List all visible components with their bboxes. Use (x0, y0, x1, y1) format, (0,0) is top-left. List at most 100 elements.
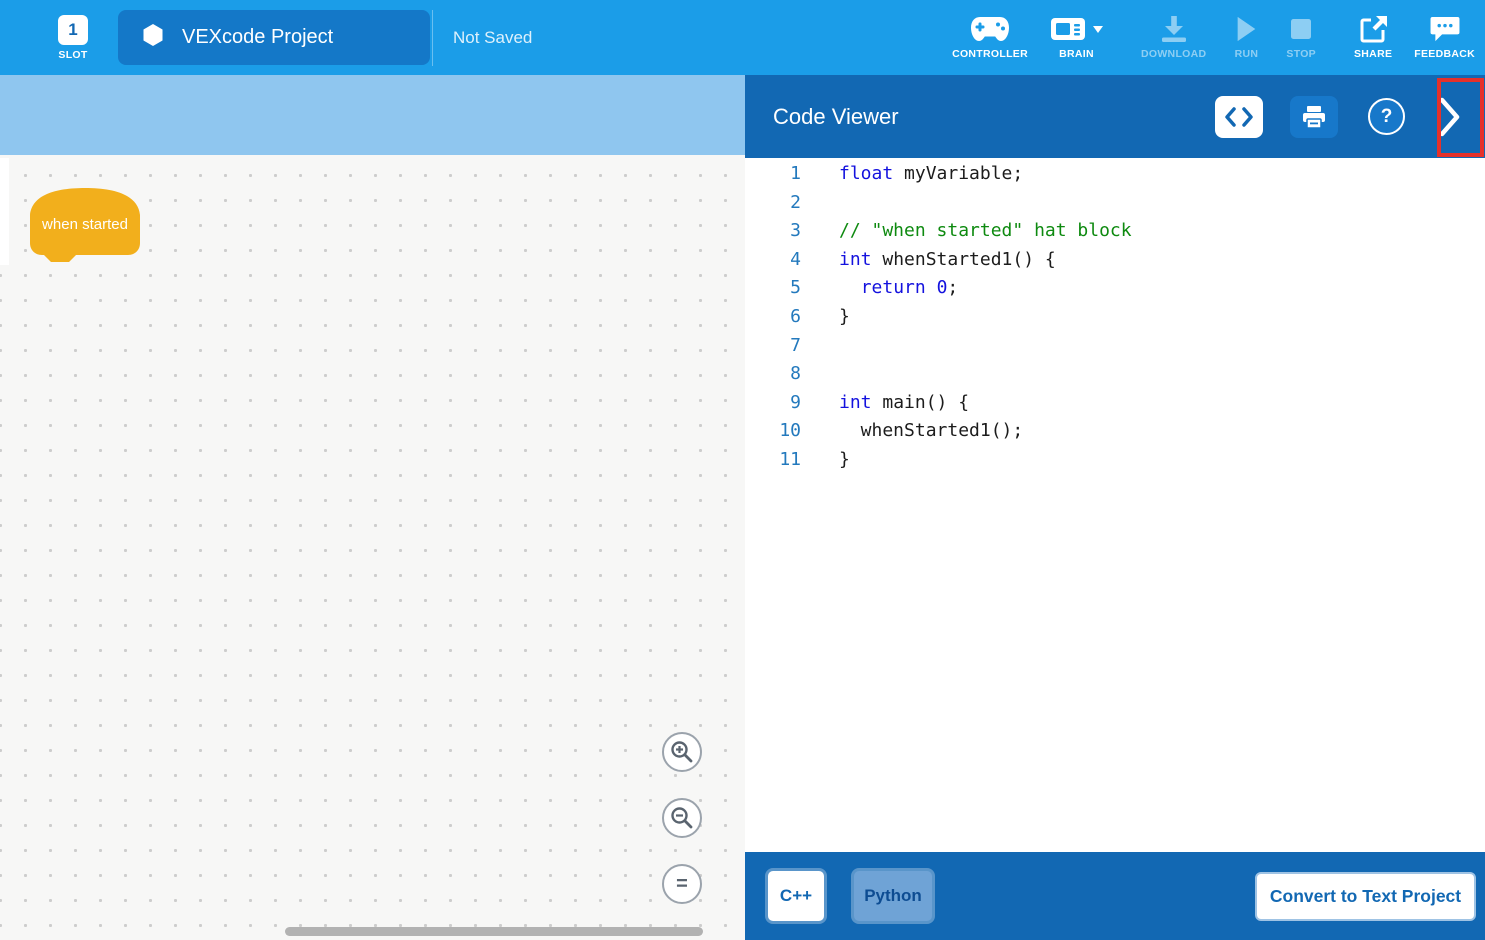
topbar-divider (432, 10, 433, 66)
block-label: when started (27, 216, 143, 233)
hexagon-icon (142, 23, 164, 53)
line-number: 9 (745, 389, 801, 418)
project-name: VEXcode Project (182, 26, 333, 49)
project-name-button[interactable]: VEXcode Project (118, 10, 430, 65)
code-text: whenStarted1(); (801, 417, 1023, 446)
code-line: 6} (745, 303, 1485, 332)
when-started-block[interactable]: when started (27, 185, 143, 265)
line-number: 2 (745, 189, 801, 218)
code-viewer-title: Code Viewer (773, 104, 899, 130)
brain-label: BRAIN (1059, 48, 1094, 60)
code-line: 11} (745, 446, 1485, 475)
share-label: SHARE (1354, 48, 1392, 60)
run-label: RUN (1235, 48, 1259, 60)
code-line: 5 return 0; (745, 274, 1485, 303)
line-number: 3 (745, 217, 801, 246)
print-button[interactable] (1290, 96, 1338, 138)
workspace-toolbar (0, 75, 745, 155)
download-label: DOWNLOAD (1141, 48, 1206, 60)
code-line: 2 (745, 189, 1485, 218)
code-brackets-icon (1224, 107, 1254, 127)
brain-icon (1050, 15, 1103, 43)
question-mark-icon: ? (1381, 106, 1393, 128)
zoom-reset-button[interactable]: = (662, 864, 702, 904)
line-number: 11 (745, 446, 801, 475)
code-text (801, 360, 839, 389)
download-button: DOWNLOAD (1141, 15, 1206, 60)
controller-label: CONTROLLER (952, 48, 1028, 60)
zoom-out-icon (669, 805, 695, 831)
code-text: } (801, 303, 850, 332)
help-button[interactable]: ? (1368, 98, 1405, 135)
python-tab[interactable]: Python (854, 871, 932, 921)
code-view-toggle-button[interactable] (1215, 96, 1263, 138)
controller-button[interactable]: CONTROLLER (952, 15, 1028, 60)
stop-button: STOP (1286, 15, 1316, 60)
cpp-tab[interactable]: C++ (768, 871, 824, 921)
line-number: 7 (745, 332, 801, 361)
save-status: Not Saved (453, 28, 532, 48)
code-text: // "when started" hat block (801, 217, 1132, 246)
code-text: int whenStarted1() { (801, 246, 1056, 275)
code-line: 1float myVariable; (745, 160, 1485, 189)
line-number: 8 (745, 360, 801, 389)
cpp-tab-label: C++ (780, 886, 812, 906)
workspace-area: when started (0, 75, 745, 940)
feedback-label: FEEDBACK (1414, 48, 1475, 60)
code-text: int main() { (801, 389, 969, 418)
line-number: 10 (745, 417, 801, 446)
convert-button-label: Convert to Text Project (1270, 886, 1461, 907)
collapse-panel-button[interactable] (1427, 82, 1473, 152)
code-viewer-panel: Code Viewer ? (745, 75, 1485, 940)
code-text: return 0; (801, 274, 958, 303)
palette-edge (0, 158, 9, 265)
run-icon (1234, 15, 1258, 43)
controller-icon (970, 15, 1010, 43)
slot-icon: 1 (58, 15, 88, 45)
vexcode-app: 1 SLOT VEXcode Project Not Saved (0, 0, 1485, 940)
python-tab-label: Python (864, 886, 922, 906)
code-lines: 1float myVariable;23// "when started" ha… (745, 158, 1485, 852)
topbar-actions: CONTROLLER BRAIN (930, 15, 1485, 60)
convert-to-text-button[interactable]: Convert to Text Project (1255, 872, 1476, 921)
stop-icon (1289, 15, 1313, 43)
code-line: 7 (745, 332, 1485, 361)
feedback-icon (1429, 15, 1461, 43)
code-line: 8 (745, 360, 1485, 389)
horizontal-scrollbar[interactable] (285, 927, 703, 936)
block-canvas[interactable]: when started (0, 155, 745, 940)
zoom-out-button[interactable] (662, 798, 702, 838)
zoom-reset-icon: = (676, 873, 688, 896)
line-number: 1 (745, 160, 801, 189)
top-bar: 1 SLOT VEXcode Project Not Saved (0, 0, 1485, 75)
code-line: 10 whenStarted1(); (745, 417, 1485, 446)
code-line: 4int whenStarted1() { (745, 246, 1485, 275)
code-text (801, 332, 839, 361)
zoom-in-icon (669, 739, 695, 765)
chevron-down-icon (1093, 26, 1103, 33)
line-number: 6 (745, 303, 801, 332)
code-viewer-actions: ? (1215, 82, 1473, 152)
chevron-right-icon (1439, 97, 1461, 137)
slot-button[interactable]: 1 SLOT (58, 15, 88, 61)
code-text: float myVariable; (801, 160, 1023, 189)
feedback-button[interactable]: FEEDBACK (1414, 15, 1475, 60)
run-button: RUN (1234, 15, 1258, 60)
stop-label: STOP (1286, 48, 1316, 60)
line-number: 5 (745, 274, 801, 303)
download-icon (1159, 15, 1189, 43)
slot-label: SLOT (58, 49, 87, 61)
code-text (801, 189, 839, 218)
brain-button[interactable]: BRAIN (1050, 15, 1103, 60)
zoom-in-button[interactable] (662, 732, 702, 772)
code-text: } (801, 446, 850, 475)
printer-icon (1301, 105, 1327, 129)
share-button[interactable]: SHARE (1354, 15, 1392, 60)
code-line: 9int main() { (745, 389, 1485, 418)
share-icon (1358, 15, 1388, 43)
slot-number: 1 (68, 20, 77, 40)
code-viewer-footer: C++ Python Convert to Text Project (745, 852, 1485, 940)
code-viewer-header: Code Viewer ? (745, 75, 1485, 158)
line-number: 4 (745, 246, 801, 275)
code-line: 3// "when started" hat block (745, 217, 1485, 246)
